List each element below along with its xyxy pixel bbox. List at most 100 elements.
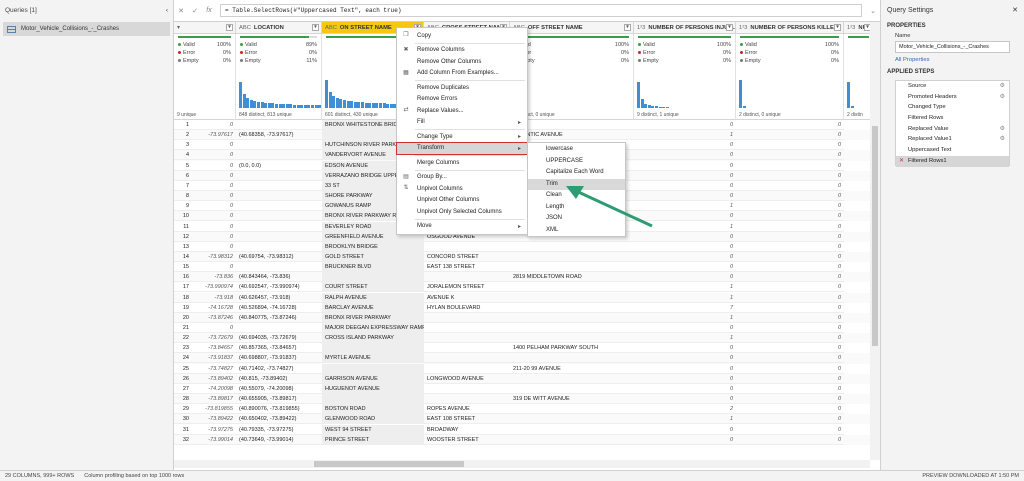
- table-cell[interactable]: 1400 PELHAM PARKWAY SOUTH: [510, 343, 634, 354]
- table-cell[interactable]: [510, 303, 634, 313]
- expand-formula-icon[interactable]: ⌄: [866, 7, 880, 15]
- table-cell[interactable]: [510, 404, 634, 415]
- table-cell[interactable]: 1: [634, 293, 736, 303]
- table-cell[interactable]: (40.694035, -73.72679): [236, 333, 322, 344]
- table-cell[interactable]: 1: [634, 222, 736, 232]
- table-cell[interactable]: 0: [736, 414, 844, 425]
- table-cell[interactable]: BROOKLYN BRIDGE: [322, 241, 424, 252]
- table-cell[interactable]: [510, 414, 634, 425]
- distribution-bar[interactable]: [289, 104, 293, 108]
- vertical-scrollbar[interactable]: [870, 22, 880, 460]
- distribution-bar[interactable]: [658, 107, 662, 108]
- table-cell[interactable]: -73.74827: [192, 364, 236, 374]
- all-properties-link[interactable]: All Properties: [881, 54, 1024, 66]
- table-cell[interactable]: 0: [736, 343, 844, 354]
- distribution-bar[interactable]: [386, 104, 390, 108]
- table-cell[interactable]: 1: [634, 414, 736, 425]
- distribution-bar[interactable]: [850, 106, 854, 108]
- table-cell[interactable]: WEST 94 STREET: [322, 424, 424, 435]
- submenu-item-lowercase[interactable]: lowercase: [528, 144, 625, 156]
- table-cell[interactable]: 0: [634, 343, 736, 354]
- applied-step[interactable]: ✕ Filtered Rows1: [896, 155, 1009, 167]
- table-cell[interactable]: 0: [634, 384, 736, 394]
- table-cell[interactable]: [510, 282, 634, 293]
- table-row[interactable]: 29 -73.819855 (40.890076, -73.819855) BOSTO…: [174, 404, 870, 415]
- table-cell[interactable]: 0: [634, 262, 736, 273]
- table-row[interactable]: 17 -73.990974 (40.692547, -73.990974) COURT…: [174, 282, 870, 293]
- query-item[interactable]: Motor_Vehicle_Collisions_-_Crashes: [3, 22, 170, 36]
- table-cell[interactable]: (40.626457, -73.918): [236, 293, 322, 303]
- distribution-bar[interactable]: [662, 107, 666, 108]
- collapse-pane-icon[interactable]: ‹: [166, 7, 168, 14]
- table-cell[interactable]: 0: [192, 211, 236, 222]
- table-cell[interactable]: (40.55079, -74.20098): [236, 384, 322, 394]
- table-cell[interactable]: 0: [634, 272, 736, 283]
- table-cell[interactable]: 0: [736, 353, 844, 364]
- table-cell[interactable]: 0: [634, 161, 736, 171]
- gear-icon[interactable]: ⚙: [1000, 124, 1005, 135]
- table-cell[interactable]: -73.87246: [192, 313, 236, 323]
- distribution-bar[interactable]: [325, 80, 328, 108]
- table-cell[interactable]: 0: [736, 211, 844, 222]
- table-cell[interactable]: 0: [192, 181, 236, 191]
- distribution-bar[interactable]: [364, 103, 368, 108]
- table-cell[interactable]: -73.91837: [192, 353, 236, 364]
- vertical-scroll-thumb[interactable]: [872, 126, 878, 346]
- table-cell[interactable]: 7: [634, 303, 736, 313]
- table-row[interactable]: 22 -73.72679 (40.694035, -73.72679) CROSS I…: [174, 333, 870, 344]
- table-cell[interactable]: (40.815, -73.89402): [236, 374, 322, 384]
- distribution-bar[interactable]: [371, 103, 375, 108]
- distribution-bar[interactable]: [350, 101, 354, 108]
- table-cell[interactable]: 0: [192, 262, 236, 273]
- table-row[interactable]: 25 -73.74827 (40.71402, -73.74827) 211-20 9…: [174, 363, 870, 374]
- distribution-bar[interactable]: [339, 99, 343, 108]
- table-cell[interactable]: 1: [634, 333, 736, 344]
- profiling-note[interactable]: Column profiling based on top 1000 rows: [84, 473, 184, 479]
- table-cell[interactable]: -73.97275: [192, 425, 236, 435]
- table-cell[interactable]: 0: [192, 120, 236, 130]
- table-cell[interactable]: (40.655905, -73.89817): [236, 394, 322, 405]
- table-cell[interactable]: 0: [736, 232, 844, 242]
- table-cell[interactable]: -73.990974: [192, 282, 236, 293]
- table-cell[interactable]: 0: [736, 282, 844, 293]
- submenu-item-length[interactable]: Length: [528, 202, 625, 214]
- submenu-item-xml[interactable]: XML: [528, 225, 625, 237]
- table-row[interactable]: 13 0 BROOKLYN BRIDGE 0 0: [174, 241, 870, 252]
- distribution-bar[interactable]: [267, 103, 271, 108]
- distribution-bar[interactable]: [847, 82, 850, 108]
- table-cell[interactable]: (40.650402, -73.89422): [236, 414, 322, 425]
- table-cell[interactable]: 0: [736, 364, 844, 374]
- table-cell[interactable]: 0: [634, 150, 736, 161]
- table-row[interactable]: 16 -73.836 (40.843464, -73.836) 2819 MIDDLE…: [174, 272, 870, 283]
- table-cell[interactable]: 0: [634, 425, 736, 435]
- distribution-bar[interactable]: [332, 96, 336, 108]
- distribution-bar[interactable]: [275, 104, 278, 108]
- table-cell[interactable]: [424, 343, 510, 354]
- applied-step[interactable]: Source ⚙: [896, 81, 1009, 92]
- table-cell[interactable]: [424, 394, 510, 405]
- menu-item-copy[interactable]: ❐ Copy: [397, 30, 527, 41]
- table-cell[interactable]: 211-20 99 AVENUE: [510, 364, 634, 374]
- table-cell[interactable]: [424, 313, 510, 323]
- table-cell[interactable]: (40.698807, -73.91837): [236, 353, 322, 364]
- applied-step[interactable]: Promoted Headers ⚙: [896, 92, 1009, 103]
- table-cell[interactable]: [510, 425, 634, 435]
- distribution-bar[interactable]: [655, 106, 658, 108]
- menu-item-move[interactable]: Move ▸: [397, 221, 527, 232]
- table-cell[interactable]: MYRTLE AVENUE: [322, 353, 424, 364]
- menu-item-replace-values[interactable]: ⇄ Replace Values...: [397, 105, 527, 116]
- table-cell[interactable]: (40.69754, -73.98312): [236, 252, 322, 262]
- table-cell[interactable]: [510, 262, 634, 273]
- table-cell[interactable]: [424, 364, 510, 374]
- table-cell[interactable]: 0: [736, 272, 844, 283]
- column-filter-dropdown-icon[interactable]: ▾: [726, 24, 733, 31]
- table-cell[interactable]: [510, 120, 634, 130]
- distribution-bar[interactable]: [335, 98, 339, 108]
- distribution-bar[interactable]: [278, 104, 282, 108]
- distribution-bar[interactable]: [314, 105, 318, 108]
- table-cell[interactable]: GLENWOOD ROAD: [322, 414, 424, 425]
- table-cell[interactable]: 1: [634, 130, 736, 141]
- table-row[interactable]: 14 -73.98312 (40.69754, -73.98312) GOLD STR…: [174, 251, 870, 263]
- table-cell[interactable]: [510, 384, 634, 394]
- table-cell[interactable]: [236, 140, 322, 151]
